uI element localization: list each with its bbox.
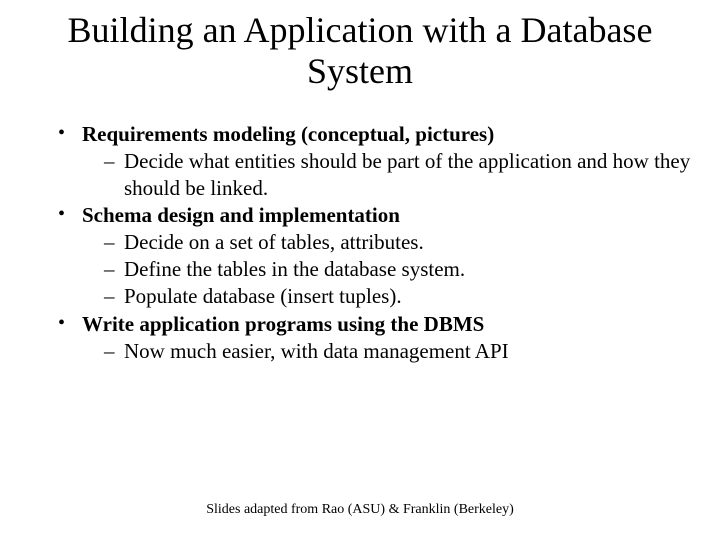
sub-item: Now much easier, with data management AP…	[104, 338, 700, 365]
sub-item: Populate database (insert tuples).	[104, 283, 700, 310]
bullet-item: Schema design and implementation Decide …	[58, 202, 700, 310]
slide-title: Building an Application with a Database …	[20, 10, 700, 93]
bullet-item: Requirements modeling (conceptual, pictu…	[58, 121, 700, 202]
bullet-list: Requirements modeling (conceptual, pictu…	[58, 121, 700, 365]
bullet-item: Write application programs using the DBM…	[58, 311, 700, 365]
slide-content: Requirements modeling (conceptual, pictu…	[20, 121, 700, 365]
sub-list: Now much easier, with data management AP…	[82, 338, 700, 365]
slide-footer: Slides adapted from Rao (ASU) & Franklin…	[0, 502, 720, 518]
sub-item: Define the tables in the database system…	[104, 256, 700, 283]
slide: Building an Application with a Database …	[0, 0, 720, 540]
sub-item: Decide on a set of tables, attributes.	[104, 229, 700, 256]
bullet-label: Write application programs using the DBM…	[82, 312, 484, 336]
bullet-label: Schema design and implementation	[82, 203, 400, 227]
sub-item: Decide what entities should be part of t…	[104, 148, 700, 202]
bullet-label: Requirements modeling (conceptual, pictu…	[82, 122, 494, 146]
sub-list: Decide on a set of tables, attributes. D…	[82, 229, 700, 310]
sub-list: Decide what entities should be part of t…	[82, 148, 700, 202]
